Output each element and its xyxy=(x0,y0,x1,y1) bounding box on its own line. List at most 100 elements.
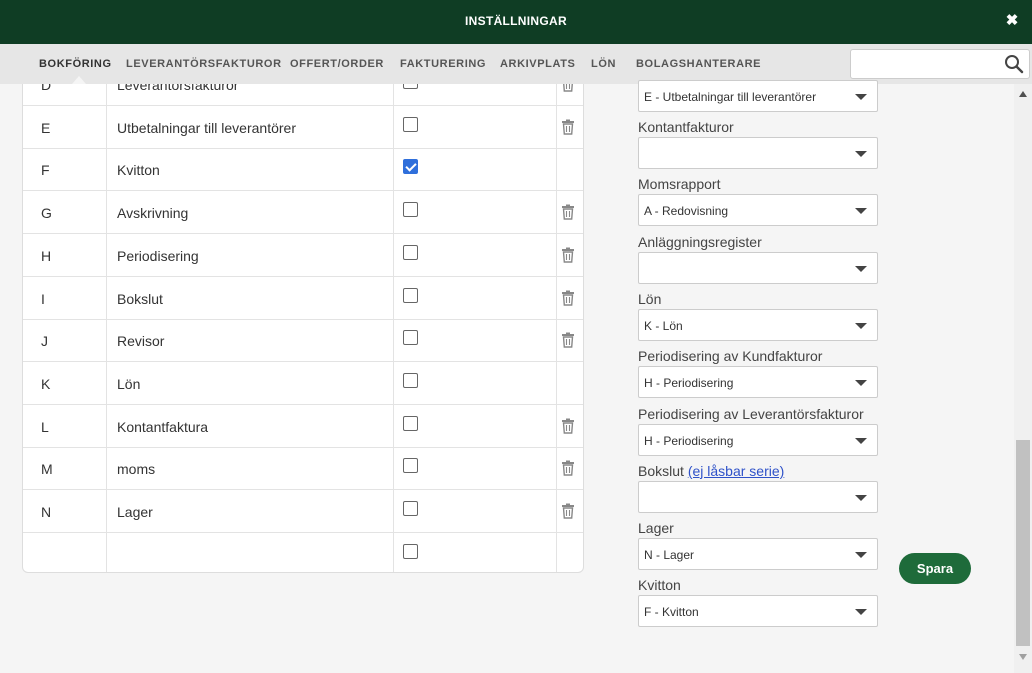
field-label: Anläggningsregister xyxy=(638,234,762,250)
table-row: H Periodisering xyxy=(23,234,583,277)
series-name: Kontantfaktura xyxy=(117,418,209,435)
tab-leverantorsfakturor[interactable]: LEVERANTÖRSFAKTUROR xyxy=(126,58,282,70)
table-row: F Kvitton xyxy=(23,148,583,192)
chevron-down-icon xyxy=(855,265,867,272)
series-select-top[interactable]: E - Utbetalningar till leverantörer xyxy=(638,80,878,112)
field-label-text: Kontantfakturor xyxy=(638,119,734,135)
series-select[interactable]: K - Lön xyxy=(638,308,878,341)
trash-icon[interactable] xyxy=(561,332,575,348)
trash-icon[interactable] xyxy=(561,503,575,519)
field-label-text: Periodisering av Kundfakturor xyxy=(638,348,823,365)
tab-fakturering[interactable]: FAKTURERING xyxy=(400,58,486,70)
trash-icon[interactable] xyxy=(561,460,575,476)
table-row: L Kontantfaktura xyxy=(23,405,583,448)
series-name: Periodisering xyxy=(117,247,199,264)
field-label-text: Lön xyxy=(638,290,662,307)
field-label-text: Momsrapport xyxy=(638,176,721,193)
series-checkbox[interactable] xyxy=(403,159,418,175)
select-value: E - Utbetalningar till leverantörer xyxy=(644,90,817,104)
series-name: Utbetalningar till leverantörer xyxy=(117,119,296,136)
chevron-down-icon xyxy=(855,552,867,559)
scroll-down-arrow-icon[interactable] xyxy=(1019,654,1027,660)
field-label-text: Bokslut xyxy=(638,462,684,479)
series-table: D Leverantörsfakturor E Utbetalningar till … xyxy=(22,84,584,573)
series-letter: D xyxy=(41,84,52,93)
trash-icon[interactable] xyxy=(561,290,575,306)
select-value: H - Periodisering xyxy=(644,433,734,448)
series-checkbox[interactable] xyxy=(403,244,418,260)
table-row: G Avskrivning xyxy=(23,191,583,235)
series-letter: E xyxy=(41,119,51,136)
series-select[interactable]: A - Redovisning xyxy=(638,194,878,227)
trash-icon[interactable] xyxy=(561,418,575,434)
close-icon[interactable]: ✖ xyxy=(1004,13,1020,29)
tab-bokforing[interactable]: BOKFÖRING xyxy=(39,58,112,70)
series-select[interactable] xyxy=(638,251,878,284)
scroll-up-arrow-icon[interactable] xyxy=(1019,91,1027,97)
chevron-down-icon xyxy=(855,208,867,215)
series-name: Lager xyxy=(117,504,153,520)
series-letter: I xyxy=(41,290,45,307)
search-input[interactable] xyxy=(850,49,1030,79)
series-select[interactable]: H - Periodisering xyxy=(638,366,878,399)
tab-bolagshanterare[interactable]: BOLAGSHANTERARE xyxy=(636,58,761,70)
select-value: A - Redovisning xyxy=(644,204,729,219)
field-label: Momsrapport xyxy=(638,176,720,192)
series-checkbox[interactable] xyxy=(403,543,418,559)
table-row: K Lön xyxy=(23,362,583,405)
series-select[interactable]: H - Periodisering xyxy=(638,423,878,456)
trash-icon[interactable] xyxy=(561,204,575,220)
scrollbar[interactable] xyxy=(1014,84,1032,673)
series-letter: L xyxy=(41,418,49,435)
trash-icon[interactable] xyxy=(561,84,575,92)
series-checkbox[interactable] xyxy=(403,372,418,388)
series-letter: F xyxy=(41,162,50,179)
series-checkbox[interactable] xyxy=(403,330,418,346)
field-label: Lager xyxy=(638,520,674,536)
select-value: H - Periodisering xyxy=(644,376,734,391)
series-checkbox[interactable] xyxy=(403,458,418,474)
chevron-down-icon xyxy=(855,494,867,501)
series-letter: H xyxy=(41,247,52,264)
tab-lon[interactable]: LÖN xyxy=(591,58,616,70)
series-checkbox[interactable] xyxy=(403,415,418,431)
field-label-text: Periodisering av Leverantörsfakturor xyxy=(638,405,864,422)
series-select[interactable] xyxy=(638,480,878,513)
save-button[interactable]: Spara xyxy=(899,553,971,584)
chevron-down-icon xyxy=(855,94,867,100)
field-label-text: Anläggningsregister xyxy=(638,233,762,250)
trash-icon[interactable] xyxy=(561,119,575,135)
field-label: Bokslut (ej låsbar serie) xyxy=(638,463,784,479)
table-row: N Lager xyxy=(23,490,583,533)
series-letter: M xyxy=(41,461,53,478)
scroll-thumb[interactable] xyxy=(1016,440,1030,646)
dialog-header: INSTÄLLNINGAR ✖ xyxy=(0,0,1032,44)
series-checkbox[interactable] xyxy=(403,202,418,218)
series-checkbox[interactable] xyxy=(403,501,418,516)
series-name: moms xyxy=(117,461,156,478)
series-name: Revisor xyxy=(117,333,165,350)
tab-offert-order[interactable]: OFFERT/ORDER xyxy=(290,58,384,70)
series-checkbox[interactable] xyxy=(403,287,418,303)
chevron-down-icon xyxy=(855,322,867,329)
table-row: Mmoms xyxy=(23,447,583,491)
series-select[interactable]: N - Lager xyxy=(638,538,878,571)
chevron-down-icon xyxy=(855,380,867,387)
series-checkbox[interactable] xyxy=(403,84,418,89)
field-label: Lön xyxy=(638,291,661,307)
search-icon[interactable] xyxy=(1004,54,1024,74)
table-row: E Utbetalningar till leverantörer xyxy=(23,106,583,149)
select-value: F - Kvitton xyxy=(644,605,699,620)
series-checkbox[interactable] xyxy=(403,116,418,132)
series-name: Lön xyxy=(117,375,141,392)
series-name: Leverantörsfakturor xyxy=(117,84,239,93)
chevron-down-icon xyxy=(855,609,867,616)
tab-arkivplats[interactable]: ARKIVPLATS xyxy=(500,58,575,70)
series-select[interactable]: F - Kvitton xyxy=(638,595,878,628)
series-info-link[interactable]: (ej låsbar serie) xyxy=(688,463,784,479)
table-row xyxy=(23,533,583,572)
table-row: I Bokslut xyxy=(23,277,583,320)
field-label-text: Lager xyxy=(638,520,674,537)
series-select[interactable] xyxy=(638,137,878,169)
trash-icon[interactable] xyxy=(561,247,575,263)
